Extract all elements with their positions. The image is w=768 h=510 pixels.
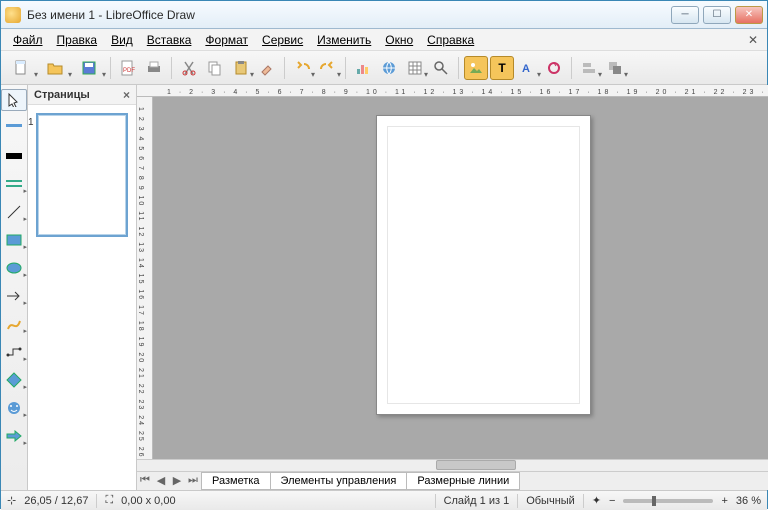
textbox-button[interactable]: T [490, 56, 514, 80]
page-thumbnail-1[interactable]: 1 [36, 113, 128, 237]
hyperlink-button[interactable] [377, 56, 401, 80]
menu-help[interactable]: Справка [421, 31, 480, 49]
rectangle-tool[interactable] [1, 229, 27, 251]
pages-panel-header: Страницы × [28, 85, 136, 105]
status-object-size: 0,00 x 0,00 [121, 495, 175, 507]
export-pdf-button[interactable]: PDF [116, 56, 140, 80]
tab-dimension-lines[interactable]: Размерные линии [406, 472, 520, 490]
menu-view[interactable]: Вид [105, 31, 139, 49]
curve-tool[interactable] [1, 313, 27, 335]
menu-edit[interactable]: Правка [51, 31, 104, 49]
paste-button[interactable] [229, 56, 253, 80]
svg-text:A: A [522, 63, 530, 75]
menu-service[interactable]: Сервис [256, 31, 309, 49]
menu-insert[interactable]: Вставка [141, 31, 198, 49]
horizontal-ruler: 1 · 2 · 3 · 4 · 5 · 6 · 7 · 8 · 9 · 10 ·… [137, 85, 768, 97]
pages-panel-close[interactable]: × [123, 88, 130, 102]
zoom-in-button[interactable]: + [721, 495, 727, 507]
line-color-tool[interactable] [1, 117, 27, 139]
copy-button[interactable] [203, 56, 227, 80]
maximize-button[interactable]: ☐ [703, 6, 731, 24]
arrow-tool[interactable] [1, 285, 27, 307]
new-button[interactable] [5, 56, 37, 80]
zoom-percent[interactable]: 36 % [736, 495, 761, 507]
menu-file[interactable]: Файл [7, 31, 49, 49]
tab-layout[interactable]: Разметка [201, 472, 271, 490]
align-button[interactable] [577, 56, 601, 80]
open-button[interactable] [39, 56, 71, 80]
left-toolbox [1, 85, 28, 490]
vertical-ruler: 1 2 3 4 5 6 7 8 9 10 11 12 13 14 15 16 1… [137, 97, 153, 459]
horizontal-scrollbar[interactable] [137, 459, 768, 471]
tab-nav-next[interactable]: ▶ [169, 474, 185, 487]
zoom-fit-button[interactable]: ✦ [592, 494, 601, 507]
status-view-mode[interactable]: Обычный [526, 495, 575, 507]
table-button[interactable] [403, 56, 427, 80]
redo-button[interactable] [316, 56, 340, 80]
pages-panel: Страницы × 1 [28, 85, 137, 490]
status-slide-count: Слайд 1 из 1 [444, 495, 510, 507]
basic-shapes-tool[interactable] [1, 369, 27, 391]
canvas-area: 1 · 2 · 3 · 4 · 5 · 6 · 7 · 8 · 9 · 10 ·… [137, 85, 768, 490]
save-button[interactable] [73, 56, 105, 80]
cut-button[interactable] [177, 56, 201, 80]
main-toolbar: PDF T A [1, 51, 767, 85]
layer-tabs: ⏮ ◀ ▶ ⏭ Разметка Элементы управления Раз… [137, 471, 768, 490]
pages-panel-title: Страницы [34, 89, 90, 101]
symbol-shapes-tool[interactable] [1, 397, 27, 419]
size-icon: ⛶ [105, 494, 113, 507]
block-arrows-tool[interactable] [1, 425, 27, 447]
tab-nav-last[interactable]: ⏭ [185, 474, 201, 487]
menu-modify[interactable]: Изменить [311, 31, 377, 49]
format-paintbrush-button[interactable] [255, 56, 279, 80]
ellipse-tool[interactable] [1, 257, 27, 279]
print-button[interactable] [142, 56, 166, 80]
close-button[interactable]: ✕ [735, 6, 763, 24]
line-style-tool[interactable] [1, 173, 27, 195]
status-bar: ⊹ 26,05 / 12,67 ⛶ 0,00 x 0,00 Слайд 1 из… [1, 490, 767, 510]
chart-button[interactable] [351, 56, 375, 80]
canvas-viewport[interactable] [153, 97, 768, 459]
drawing-page[interactable] [376, 115, 591, 415]
title-bar: Без имени 1 - LibreOffice Draw ─ ☐ ✕ [1, 1, 767, 29]
tab-nav-first[interactable]: ⏮ [137, 474, 153, 487]
window-title: Без имени 1 - LibreOffice Draw [27, 8, 671, 22]
effects-button[interactable] [542, 56, 566, 80]
svg-text:PDF: PDF [123, 68, 135, 74]
undo-button[interactable] [290, 56, 314, 80]
zoom-out-button[interactable]: − [609, 495, 615, 507]
minimize-button[interactable]: ─ [671, 6, 699, 24]
menu-format[interactable]: Формат [199, 31, 254, 49]
connector-tool[interactable] [1, 341, 27, 363]
fill-color-tool[interactable] [1, 145, 27, 167]
line-tool[interactable] [1, 201, 27, 223]
menu-bar: Файл Правка Вид Вставка Формат Сервис Из… [1, 29, 767, 51]
close-document-button[interactable]: ✕ [745, 32, 761, 48]
position-icon: ⊹ [7, 494, 16, 507]
zoom-button[interactable] [429, 56, 453, 80]
fontwork-button[interactable]: A [516, 56, 540, 80]
app-icon [5, 7, 21, 23]
page-number-label: 1 [28, 117, 34, 128]
tab-controls[interactable]: Элементы управления [270, 472, 408, 490]
workspace: Страницы × 1 1 · 2 · 3 · 4 · 5 · 6 · 7 ·… [1, 85, 767, 490]
image-button[interactable] [464, 56, 488, 80]
tab-nav-prev[interactable]: ◀ [153, 474, 169, 487]
arrange-button[interactable] [603, 56, 627, 80]
zoom-slider[interactable] [623, 499, 713, 503]
menu-window[interactable]: Окно [379, 31, 419, 49]
status-cursor-position: 26,05 / 12,67 [24, 495, 88, 507]
select-tool[interactable] [1, 89, 27, 111]
